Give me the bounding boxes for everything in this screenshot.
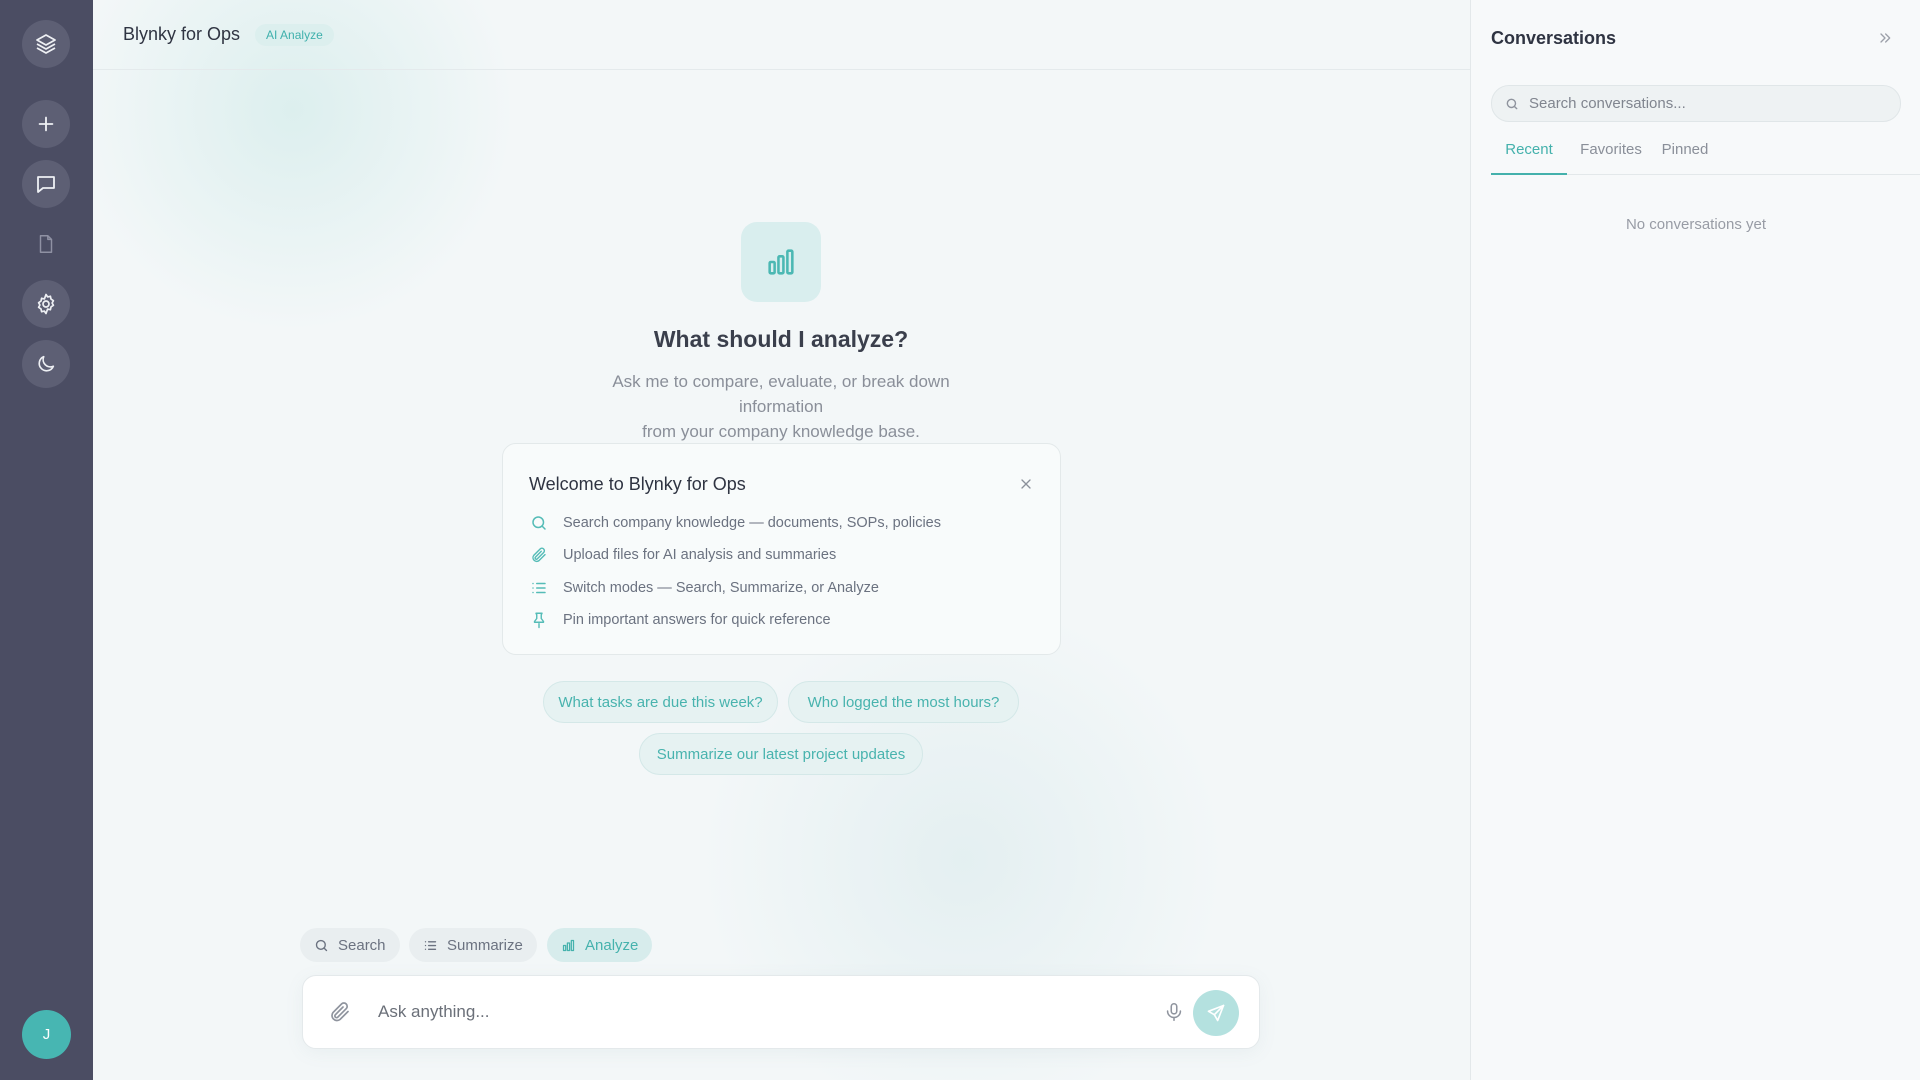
microphone-icon[interactable] — [1163, 1000, 1185, 1024]
bar-chart-icon — [741, 222, 821, 302]
composer: Ask anything... — [302, 975, 1260, 1049]
mode-badge: AI Analyze — [255, 23, 334, 46]
close-icon[interactable] — [1018, 476, 1034, 492]
feature-text: Upload files for AI analysis and summari… — [563, 547, 837, 563]
panel-title: Conversations — [1491, 28, 1617, 48]
left-rail: J — [0, 0, 93, 1080]
theme-toggle-button[interactable] — [22, 340, 70, 388]
feature-item: Upload files for AI analysis and summari… — [529, 545, 836, 565]
hero-subtitle-line-2: from your company knowledge base. — [642, 422, 920, 441]
conversation-search — [1491, 85, 1901, 122]
document-icon — [35, 233, 57, 255]
search-icon — [529, 513, 549, 533]
paperclip-icon — [529, 545, 549, 565]
chat-icon — [34, 172, 58, 196]
suggestion-chip[interactable]: Who logged the most hours? — [788, 681, 1019, 723]
new-conversation-button[interactable] — [22, 100, 70, 148]
paperclip-icon[interactable] — [328, 1000, 352, 1024]
documents-nav-button[interactable] — [22, 220, 70, 268]
conversation-tabs: Recent Favorites Pinned — [1491, 138, 1920, 175]
mode-tab-label: Summarize — [447, 936, 523, 954]
avatar[interactable]: J — [22, 1010, 71, 1059]
chevrons-right-icon[interactable] — [1877, 30, 1893, 46]
feature-text: Pin important answers for quick referenc… — [563, 612, 831, 628]
feature-item: Pin important answers for quick referenc… — [529, 610, 831, 630]
mode-tab-analyze[interactable]: Analyze — [547, 928, 653, 962]
suggestion-chip[interactable]: Summarize our latest project updates — [639, 733, 923, 775]
mode-tab-label: Analyze — [585, 936, 639, 954]
moon-icon — [35, 353, 57, 375]
welcome-card: Welcome to Blynky for Ops Search company… — [502, 443, 1061, 655]
send-button[interactable] — [1193, 990, 1239, 1036]
welcome-title: Welcome to Blynky for Ops — [529, 474, 746, 494]
pin-icon — [529, 610, 549, 630]
search-icon — [1505, 97, 1519, 111]
gear-icon — [34, 292, 58, 316]
search-icon — [314, 938, 329, 953]
app-title: Blynky for Ops — [123, 24, 241, 44]
chat-nav-button[interactable] — [22, 160, 70, 208]
tab-pinned[interactable]: Pinned — [1659, 138, 1711, 175]
feature-item: Search company knowledge — documents, SO… — [529, 513, 941, 533]
plus-icon — [35, 113, 57, 135]
list-icon — [529, 578, 549, 598]
tab-recent[interactable]: Recent — [1491, 138, 1567, 175]
bar-chart-icon — [561, 938, 576, 953]
layers-icon[interactable] — [22, 20, 70, 68]
main-area: Blynky for Ops AI Analyze What should I … — [93, 0, 1470, 1080]
hero-subtitle-line-1: Ask me to compare, evaluate, or break do… — [612, 372, 950, 416]
top-bar: Blynky for Ops AI Analyze — [93, 0, 1470, 70]
conversations-panel: Conversations Recent Favorites Pinned No… — [1470, 0, 1920, 1080]
hero-subtitle: Ask me to compare, evaluate, or break do… — [581, 369, 981, 444]
feature-text: Switch modes — Search, Summarize, or Ana… — [563, 580, 879, 596]
empty-state: No conversations yet — [1625, 216, 1767, 233]
suggestion-chip[interactable]: What tasks are due this week? — [543, 681, 778, 723]
list-icon — [423, 938, 438, 953]
mode-tab-search[interactable]: Search — [300, 928, 400, 962]
feature-text: Search company knowledge — documents, SO… — [563, 515, 941, 531]
settings-nav-button[interactable] — [22, 280, 70, 328]
message-input[interactable]: Ask anything... — [378, 1002, 490, 1022]
feature-item: Switch modes — Search, Summarize, or Ana… — [529, 578, 879, 598]
send-icon — [1206, 1003, 1226, 1023]
tab-favorites[interactable]: Favorites — [1578, 138, 1644, 175]
mode-tab-summarize[interactable]: Summarize — [409, 928, 537, 962]
mode-tab-label: Search — [338, 936, 386, 954]
hero-title: What should I analyze? — [653, 326, 909, 352]
search-conversations-input[interactable] — [1529, 95, 1889, 112]
